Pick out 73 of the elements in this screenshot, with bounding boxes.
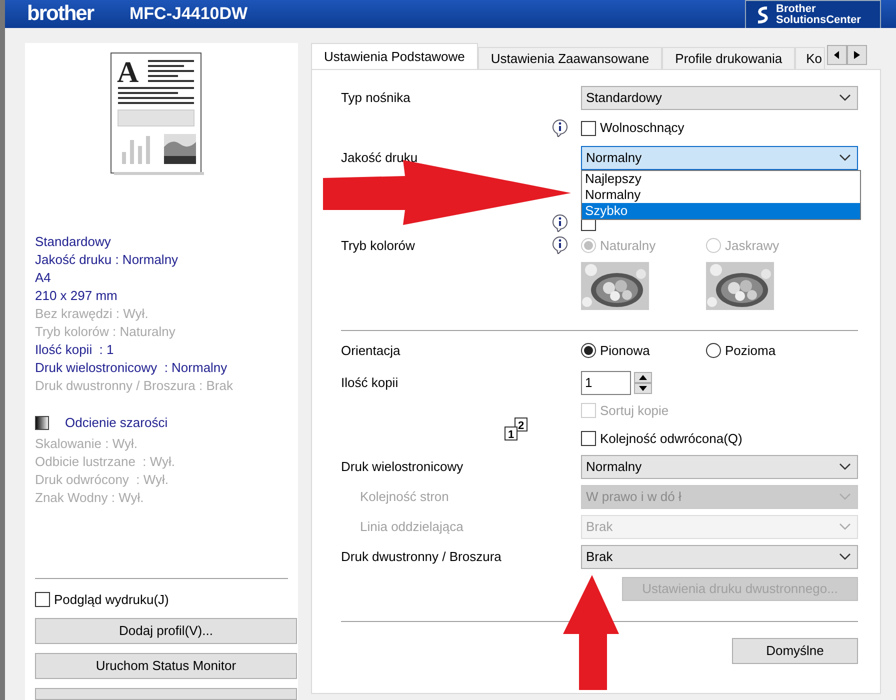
chevron-down-icon — [839, 552, 851, 560]
solutions-center-button[interactable]: Brother SolutionsCenter — [745, 0, 881, 28]
button[interactable]: Uruchom Status Monitor — [35, 653, 297, 679]
radio-label: Naturalny — [600, 237, 656, 255]
tab[interactable]: Ko — [795, 47, 826, 69]
triangle-up-icon — [639, 374, 647, 380]
triangle-right-icon — [854, 51, 860, 59]
solutions-center-label: Brother SolutionsCenter — [776, 4, 861, 26]
checkbox-label[interactable]: Wolnoschnący — [600, 118, 684, 138]
checkbox-label: Sortuj kopie — [600, 402, 669, 420]
chevron-down-icon — [839, 492, 851, 500]
field-label: Jakość druku — [341, 149, 419, 168]
brand-logo: brother — [27, 1, 94, 28]
radio-button[interactable] — [581, 342, 596, 358]
scroll-right-button[interactable] — [847, 45, 868, 65]
summary-text: Jakość druku : Normalny — [34, 251, 180, 269]
summary-text: Druk odwrócony : Wył. — [34, 470, 170, 488]
summary-text: Bez krawędzi : Wył. — [34, 305, 150, 323]
spin-up-button[interactable] — [634, 372, 652, 382]
field-label: Druk wielostronicowy — [341, 458, 464, 476]
summary-text: Odbicie lustrzane : Wył. — [34, 452, 176, 470]
summary-text: Standardowy — [34, 233, 112, 251]
button[interactable]: Dodaj profil(V)... — [35, 618, 297, 644]
summary-text: Skalowanie : Wył. — [34, 434, 138, 452]
dropdown: W prawo i w dó ł — [581, 484, 858, 508]
field-label: Kolejność stron — [359, 488, 450, 506]
summary-text: Druk wielostronicowy : Normalny — [34, 359, 228, 377]
radio-button[interactable] — [706, 342, 721, 358]
grayscale-label: Odcienie szarości — [65, 414, 168, 432]
chevron-down-icon — [839, 94, 851, 102]
chevron-down-icon — [839, 462, 851, 470]
checkbox[interactable] — [35, 592, 50, 607]
dropdown-option[interactable]: Najlepszy — [582, 171, 860, 187]
tab[interactable]: Ustawienia Podstawowe — [311, 43, 478, 69]
radio-label: Jaskrawy — [725, 237, 780, 255]
document-preview-drawing: A — [110, 52, 204, 176]
tab[interactable]: Profile drukowania — [662, 47, 796, 69]
checkbox[interactable] — [581, 431, 596, 446]
spin-down-button[interactable] — [634, 382, 652, 394]
number-field[interactable]: 1 — [581, 370, 631, 394]
radio-label[interactable]: Pionowa — [600, 340, 650, 360]
field-label: Orientacja — [341, 342, 400, 360]
triangle-down-icon — [639, 386, 647, 390]
chevron-down-icon — [839, 154, 851, 162]
checkbox-label[interactable]: Kolejność odwrócona(Q) — [600, 429, 742, 448]
field-label: Ilość kopii — [341, 374, 400, 392]
chevron-down-icon — [839, 522, 851, 530]
checkbox[interactable] — [581, 120, 596, 136]
dropdown-option[interactable]: Normalny — [582, 187, 860, 203]
dropdown[interactable]: Standardowy — [581, 86, 858, 110]
field-label: Druk dwustronny / Broszura — [341, 548, 502, 566]
dropdown[interactable]: Normalny — [581, 454, 858, 478]
summary-text: Ilość kopii : 1 — [34, 341, 115, 359]
scroll-left-button[interactable] — [827, 45, 848, 65]
summary-text: Druk dwustronny / Broszura : Brak — [34, 377, 234, 395]
triangle-left-icon — [834, 51, 840, 59]
summary-text: Tryb kolorów : Naturalny — [34, 323, 176, 341]
dropdown-option[interactable]: Szybko — [582, 203, 860, 219]
checkbox-label[interactable]: Podgląd wydruku(J) — [54, 590, 169, 609]
window-title: MFC-J4410DW — [130, 3, 248, 26]
dropdown[interactable]: Normalny — [581, 146, 858, 170]
summary-text: 210 x 297 mm — [34, 287, 118, 305]
tab[interactable]: Ustawienia Zaawansowane — [478, 47, 662, 69]
field-label: Linia oddzielająca — [359, 518, 464, 536]
grayscale-icon — [35, 416, 49, 430]
radio-label[interactable]: Pozioma — [725, 340, 776, 360]
button[interactable]: Domyślne — [732, 638, 858, 664]
dropdown[interactable]: Brak — [581, 544, 858, 568]
field-label: Tryb kolorów — [341, 237, 415, 255]
dropdown: Brak — [581, 514, 858, 538]
field-label: Typ nośnika — [341, 89, 412, 108]
summary-text: A4 — [34, 269, 52, 287]
summary-text: Znak Wodny : Wył. — [34, 488, 145, 506]
